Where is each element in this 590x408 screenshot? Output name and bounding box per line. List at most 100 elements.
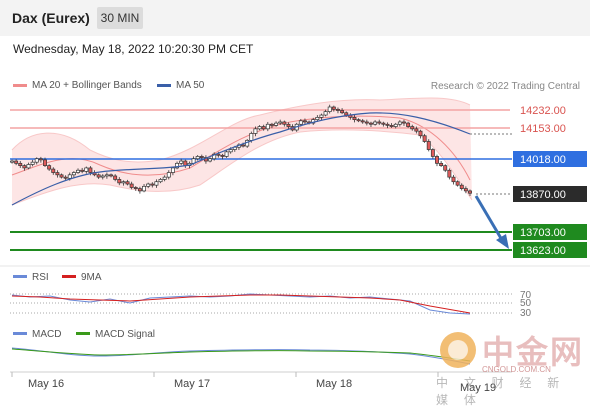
candle-body <box>455 181 460 186</box>
level-label-text: 14153.00 <box>520 123 566 135</box>
candle-body <box>369 122 373 125</box>
candle-body <box>59 174 64 178</box>
watermark-logo <box>440 332 476 368</box>
candle-body <box>22 165 27 169</box>
candle-body <box>14 160 19 164</box>
candle-body <box>63 176 68 179</box>
candle-body <box>447 169 452 178</box>
candle-body <box>459 184 464 189</box>
watermark-url: CNGOLD.COM.CN <box>482 365 551 374</box>
candle-body <box>364 121 369 124</box>
candle-body <box>439 162 444 166</box>
candle-body <box>249 133 254 141</box>
candle-body <box>166 172 171 178</box>
candle-body <box>274 122 279 126</box>
candle-body <box>150 183 155 186</box>
level-label-text: 13623.00 <box>520 245 566 257</box>
candle-body <box>352 117 357 121</box>
level-label-text: 14018.00 <box>520 154 566 166</box>
candle-body <box>224 151 229 157</box>
candle-body <box>385 123 390 126</box>
x-tick-label: May 17 <box>174 378 210 390</box>
candle-body <box>117 179 122 184</box>
candle-body <box>269 123 274 126</box>
level-label-13870: 13870.00 <box>513 186 587 202</box>
candle-body <box>162 176 167 180</box>
candle-body <box>443 165 448 171</box>
candle-body <box>146 183 151 187</box>
candle-body <box>393 123 398 127</box>
rsi-swatch <box>13 275 27 278</box>
candle-body <box>426 141 431 150</box>
candle-body <box>265 123 270 130</box>
candle-body <box>113 175 118 180</box>
candle-body <box>344 112 349 116</box>
candle-body <box>323 111 328 116</box>
candle-body <box>418 130 423 137</box>
rsi-legend-label: RSI <box>32 272 49 283</box>
candle-body <box>253 128 258 134</box>
rsi-line <box>11 293 471 315</box>
macd-line <box>11 347 471 365</box>
candle-body <box>183 160 188 166</box>
candle-body <box>26 164 31 169</box>
level-label-13703: 13703.00 <box>513 224 587 240</box>
candle-body <box>261 126 266 130</box>
candle-body <box>430 149 435 157</box>
rsi-level-label: 30 <box>520 308 532 319</box>
candle-body <box>30 161 35 165</box>
candle-body <box>104 174 109 177</box>
candle-body <box>129 183 134 188</box>
candle-body <box>435 156 439 164</box>
candle-body <box>84 167 89 172</box>
bollinger-band-fill <box>12 97 472 205</box>
candle-body <box>377 121 382 124</box>
candle-body <box>76 169 80 173</box>
candle-body <box>179 160 184 164</box>
candle-body <box>71 172 76 176</box>
candle-body <box>410 126 415 130</box>
macd-legend: MACD MACD Signal <box>13 329 155 340</box>
candle-body <box>10 160 14 163</box>
macd-swatch <box>13 332 27 335</box>
candle-body <box>406 122 411 127</box>
rsi-ma-line <box>11 294 471 314</box>
rsi-ma-swatch <box>62 275 76 278</box>
candle-body <box>38 158 43 161</box>
x-tick-label: May 16 <box>28 378 64 390</box>
candle-body <box>468 190 472 194</box>
level-label-14153: 14153.00 <box>520 123 566 135</box>
level-label-text: 14232.00 <box>520 105 566 117</box>
candle-body <box>389 125 394 127</box>
candle-body <box>381 122 386 125</box>
candle-body <box>88 167 93 173</box>
candle-body <box>34 158 39 163</box>
candle-body <box>327 106 332 112</box>
candle-body <box>80 169 85 172</box>
level-label-text: 13870.00 <box>520 189 566 201</box>
watermark: 中金网 CNGOLD.COM.CN 中 文 财 经 新 媒 体 <box>436 330 590 407</box>
candle-body <box>208 158 213 162</box>
candle-body <box>121 181 126 184</box>
level-label-text: 13703.00 <box>520 227 566 239</box>
candle-body <box>216 153 221 156</box>
candle-body <box>137 188 142 192</box>
candle-body <box>402 121 406 124</box>
x-tick-label: May 18 <box>316 378 352 390</box>
candle-body <box>331 106 336 110</box>
candle-body <box>422 135 427 142</box>
rsi-legend: RSI 9MA <box>13 272 102 283</box>
candle-body <box>298 120 303 125</box>
candle-body <box>228 149 233 153</box>
candle-body <box>336 108 340 111</box>
candle-body <box>319 114 324 118</box>
watermark-tagline: 中 文 财 经 新 媒 体 <box>436 376 566 407</box>
forecast-arrow-head <box>496 234 509 249</box>
candle-body <box>397 121 402 125</box>
candle-body <box>100 175 105 178</box>
candle-body <box>133 187 138 189</box>
candle-body <box>47 165 52 170</box>
candle-body <box>170 167 175 173</box>
candle-body <box>18 162 23 166</box>
candle-body <box>125 181 130 185</box>
